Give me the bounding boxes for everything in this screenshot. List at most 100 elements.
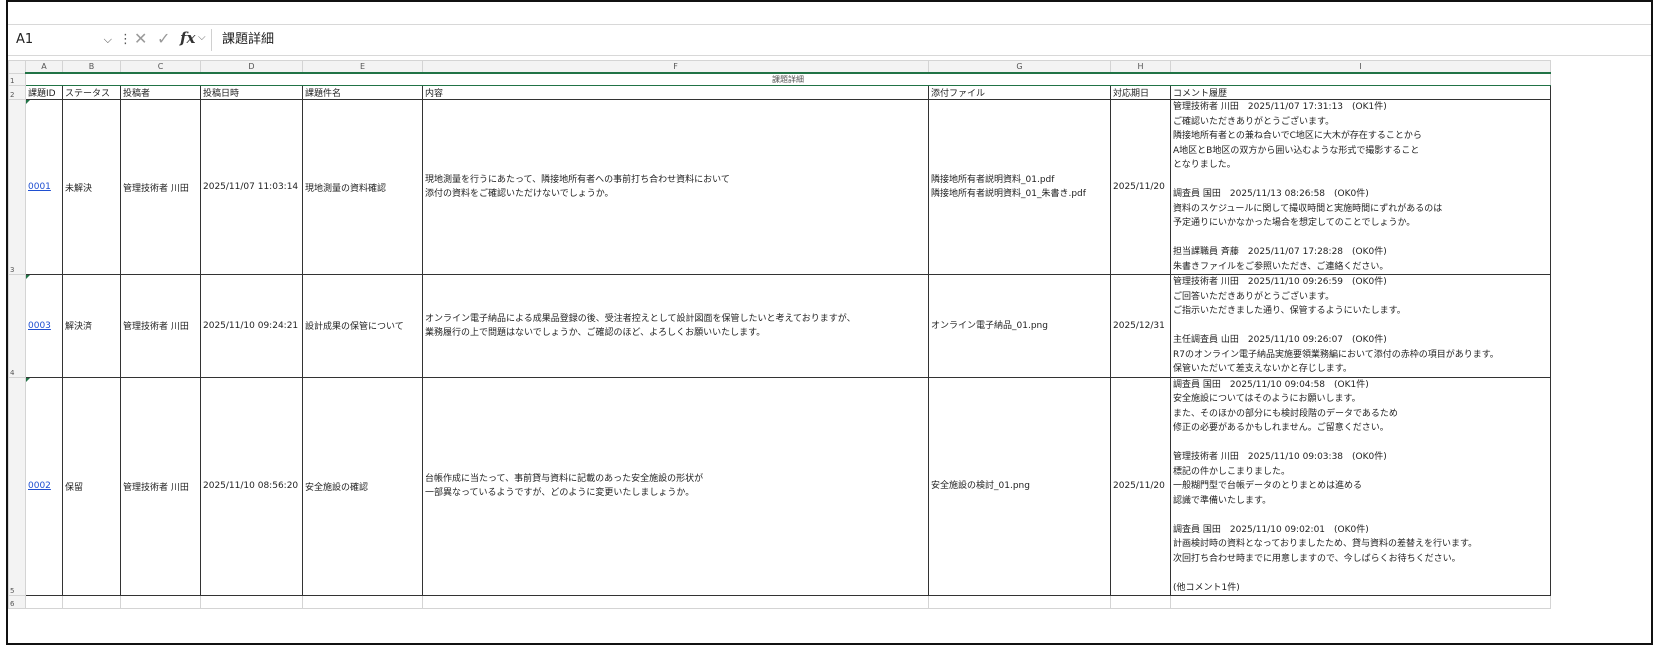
content-line: 現地測量を行うにあたって、隣接地所有者への事前打ち合わせ資料において xyxy=(425,175,730,185)
comment-line: 管理技術者 川田 2025/11/07 17:31:13 (OK1件) xyxy=(1173,102,1387,112)
column-header[interactable]: C xyxy=(120,60,201,74)
title-row: 1 課題詳細 xyxy=(8,72,1551,86)
comment-line xyxy=(1173,319,1548,334)
due-date-cell[interactable]: 2025/11/20 xyxy=(1110,376,1171,596)
comment-line xyxy=(1173,566,1548,581)
comment-history-cell[interactable]: 管理技術者 川田 2025/11/07 17:31:13 (OK1件) ご確認い… xyxy=(1170,99,1551,275)
comment-history-cell[interactable]: 管理技術者 川田 2025/11/10 09:26:59 (OK0件) ご回答い… xyxy=(1170,274,1551,378)
merged-title-cell[interactable]: 課題詳細 xyxy=(25,72,1551,86)
content-line: 台帳作成に当たって、事前貸与資料に記載のあった安全施設の形状が xyxy=(425,474,704,485)
attachment-cell[interactable]: オンライン電子納品_01.png xyxy=(928,274,1111,378)
subject-cell[interactable]: 設計成果の保管について xyxy=(302,274,423,378)
name-box[interactable]: A1 ⌵ xyxy=(16,30,116,50)
due-date-cell[interactable]: 2025/11/20 xyxy=(1110,99,1171,275)
issue-id-cell[interactable]: 0001 xyxy=(25,99,63,275)
attachment-cell[interactable]: 安全施設の検討_01.png xyxy=(928,376,1111,596)
comment-line: 管理技術者 川田 2025/11/10 09:03:38 (OK0件) xyxy=(1173,452,1387,462)
empty-cell[interactable] xyxy=(120,595,201,609)
name-box-value: A1 xyxy=(16,32,34,47)
comment-line: 標記の件かしこまりました。 xyxy=(1173,466,1291,477)
fx-chevron-icon[interactable]: ⌵ xyxy=(198,32,206,43)
poster-cell[interactable]: 管理技術者 川田 xyxy=(120,376,201,596)
select-all-corner[interactable] xyxy=(8,60,26,74)
comment-line: 主任調査員 山田 2025/11/10 09:26:07 (OK0件) xyxy=(1173,335,1387,345)
row-header[interactable]: 5 xyxy=(8,376,26,596)
row-header[interactable]: 2 xyxy=(8,85,26,100)
posted-at-cell[interactable]: 2025/11/10 08:56:20 xyxy=(200,376,303,596)
issue-id-link[interactable]: 0001 xyxy=(28,182,51,192)
attachment-cell[interactable]: 隣接地所有者説明資料_01.pdf 隣接地所有者説明資料_01_朱書き.pdf xyxy=(928,99,1111,275)
header-cell[interactable]: 課題件名 xyxy=(302,85,423,100)
empty-cell[interactable] xyxy=(200,595,303,609)
header-cell[interactable]: 内容 xyxy=(422,85,929,100)
column-header[interactable]: F xyxy=(422,60,929,74)
chevron-down-icon[interactable]: ⌵ xyxy=(104,30,112,50)
empty-cell[interactable] xyxy=(25,595,63,609)
column-header[interactable]: A xyxy=(25,60,63,74)
vertical-dots-icon[interactable]: ⋮ xyxy=(119,30,132,50)
formula-content[interactable]: 課題詳細 xyxy=(222,30,274,50)
header-cell[interactable]: 投稿者 xyxy=(120,85,201,100)
comment-line: 予定通りにいかなかった場合を想定してのことでしょうか。 xyxy=(1173,218,1416,228)
comment-line: 認識で準備いたします。 xyxy=(1173,495,1272,506)
comment-line: 隣接地所有者との兼ね合いでC地区に大木が存在することから xyxy=(1173,131,1422,141)
spreadsheet-window: A1 ⌵ ⋮ ✕ ✓ fx ⌵ 課題詳細 A B C D E F G H I 1… xyxy=(6,0,1653,645)
row-header[interactable]: 1 xyxy=(8,72,26,86)
attachment-name: 隣接地所有者説明資料_01_朱書き.pdf xyxy=(931,189,1086,199)
due-date-cell[interactable]: 2025/12/31 xyxy=(1110,274,1171,378)
row-header[interactable]: 4 xyxy=(8,274,26,378)
row-header[interactable]: 3 xyxy=(8,99,26,275)
subject-cell[interactable]: 安全施設の確認 xyxy=(302,376,423,596)
header-cell[interactable]: 添付ファイル xyxy=(928,85,1111,100)
issue-id-link[interactable]: 0002 xyxy=(28,481,51,491)
posted-at-cell[interactable]: 2025/11/07 11:03:14 xyxy=(200,99,303,275)
column-header[interactable]: G xyxy=(928,60,1111,74)
header-cell[interactable]: 課題ID xyxy=(25,85,63,100)
table-row: 3 0001 未解決 管理技術者 川田 2025/11/07 11:03:14 … xyxy=(8,99,1551,275)
comment-line: 担当課職員 斉藤 2025/11/07 17:28:28 (OK0件) xyxy=(1173,247,1387,257)
sheet-grid: A B C D E F G H I 1 課題詳細 2 課題ID ステータス 投稿… xyxy=(8,60,1551,609)
content-cell[interactable]: 現地測量を行うにあたって、隣接地所有者への事前打ち合わせ資料において 添付の資料… xyxy=(422,99,929,275)
content-line: オンライン電子納品による成果品登録の後、受注者控えとして設計図面を保管したいと考… xyxy=(425,313,856,324)
poster-cell[interactable]: 管理技術者 川田 xyxy=(120,274,201,378)
x-icon[interactable]: ✕ xyxy=(134,29,147,48)
empty-cell[interactable] xyxy=(62,595,121,609)
empty-cell[interactable] xyxy=(1170,595,1551,609)
column-header[interactable]: I xyxy=(1170,60,1551,74)
comment-line: となりました。 xyxy=(1173,160,1236,170)
status-cell[interactable]: 解決済 xyxy=(62,274,121,378)
issue-id-cell[interactable]: 0003 xyxy=(25,274,63,378)
empty-cell[interactable] xyxy=(422,595,929,609)
column-header[interactable]: E xyxy=(302,60,423,74)
header-cell[interactable]: 投稿日時 xyxy=(200,85,303,100)
header-cell[interactable]: コメント履歴 xyxy=(1170,85,1551,100)
empty-cell[interactable] xyxy=(1110,595,1171,609)
comment-line: 計画検討時の資料となっておりましたため、貸与資料の差替えを行います。 xyxy=(1173,539,1478,549)
issue-id-link[interactable]: 0003 xyxy=(28,321,51,331)
posted-at-cell[interactable]: 2025/11/10 09:24:21 xyxy=(200,274,303,378)
comment-line: 調査員 国田 2025/11/10 09:02:01 (OK0件) xyxy=(1173,524,1369,535)
comment-line: ご確認いただきありがとうございます。 xyxy=(1173,116,1335,127)
column-header[interactable]: B xyxy=(62,60,121,74)
ribbon-remnant xyxy=(8,2,1651,24)
comment-line: 保管いただいて差支えないかと存じします。 xyxy=(1173,364,1352,374)
comment-line xyxy=(1173,173,1548,188)
content-cell[interactable]: 台帳作成に当たって、事前貸与資料に記載のあった安全施設の形状が 一部異なっている… xyxy=(422,376,929,596)
column-header[interactable]: H xyxy=(1110,60,1171,74)
subject-cell[interactable]: 現地測量の資料確認 xyxy=(302,99,423,275)
column-header[interactable]: D xyxy=(200,60,303,74)
header-cell[interactable]: 対応期日 xyxy=(1110,85,1171,100)
empty-cell[interactable] xyxy=(302,595,423,609)
issue-id-cell[interactable]: 0002 xyxy=(25,376,63,596)
fx-icon[interactable]: fx xyxy=(180,29,195,47)
header-cell[interactable]: ステータス xyxy=(62,85,121,100)
empty-cell[interactable] xyxy=(928,595,1111,609)
content-cell[interactable]: オンライン電子納品による成果品登録の後、受注者控えとして設計図面を保管したいと考… xyxy=(422,274,929,378)
comment-line: 管理技術者 川田 2025/11/10 09:26:59 (OK0件) xyxy=(1173,277,1387,287)
check-icon[interactable]: ✓ xyxy=(157,29,170,48)
poster-cell[interactable]: 管理技術者 川田 xyxy=(120,99,201,275)
row-header[interactable]: 6 xyxy=(8,595,26,609)
status-cell[interactable]: 未解決 xyxy=(62,99,121,275)
comment-history-cell[interactable]: 調査員 国田 2025/11/10 09:04:58 (OK1件) 安全施設につ… xyxy=(1170,376,1551,596)
status-cell[interactable]: 保留 xyxy=(62,376,121,596)
